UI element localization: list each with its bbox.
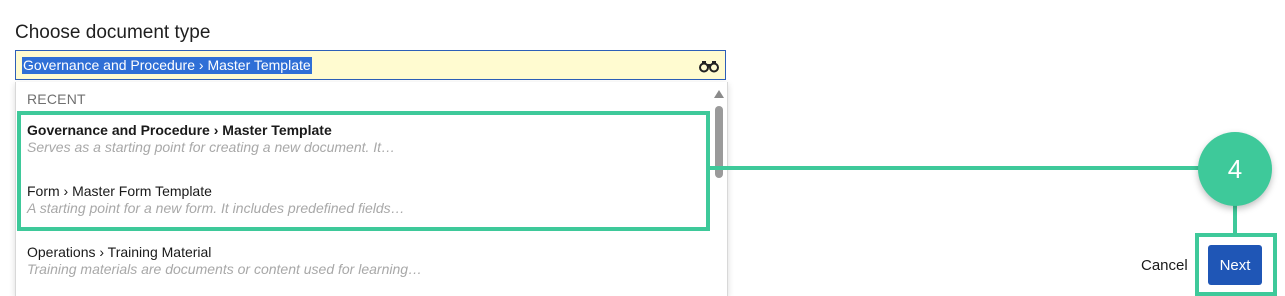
recent-section-header: RECENT [27, 91, 86, 107]
list-item-title: Governance and Procedure › Master Templa… [27, 122, 332, 138]
next-button[interactable]: Next [1208, 245, 1262, 285]
choose-document-type-dialog: Choose document type Governance and Proc… [0, 0, 1285, 296]
cancel-button[interactable]: Cancel [1141, 257, 1188, 274]
annotation-connector-line [710, 166, 1202, 170]
document-type-value: Governance and Procedure › Master Templa… [22, 57, 312, 74]
annotation-step-badge: 4 [1198, 132, 1272, 206]
scroll-up-arrow-icon[interactable] [714, 90, 724, 98]
list-item-description: Serves as a starting point for creating … [27, 139, 396, 155]
list-item[interactable]: Operations › Training Material Training … [27, 244, 707, 277]
list-item-description: Training materials are documents or cont… [27, 261, 423, 277]
document-type-input[interactable]: Governance and Procedure › Master Templa… [15, 50, 726, 80]
list-item-description: A starting point for a new form. It incl… [27, 200, 405, 216]
binoculars-icon[interactable] [699, 59, 719, 73]
list-item-title: Form › Master Form Template [27, 183, 212, 199]
document-type-dropdown: RECENT Governance and Procedure › Master… [15, 82, 728, 296]
list-item[interactable]: Governance and Procedure › Master Templa… [27, 122, 707, 155]
dialog-title: Choose document type [15, 22, 211, 43]
list-item-title: Operations › Training Material [27, 244, 212, 260]
list-item[interactable]: Form › Master Form Template A starting p… [27, 183, 707, 216]
dropdown-scrollbar[interactable] [713, 88, 725, 296]
